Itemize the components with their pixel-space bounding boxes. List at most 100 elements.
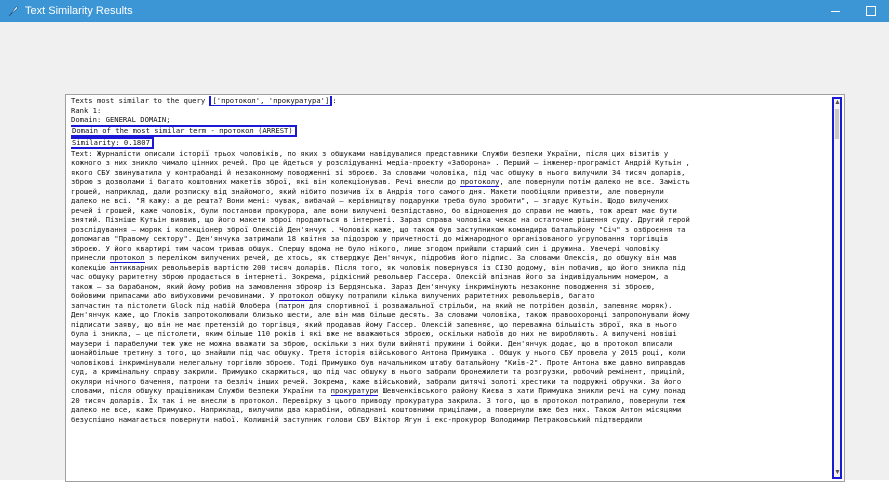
article-line: шонайбільше третину з того, що знайшли п…: [71, 348, 834, 358]
keyword-highlight: протокол: [239, 395, 275, 405]
article-text-segment: далеко не всі. "Я кажу: а де решта? Вони…: [71, 196, 669, 205]
article-line: далеко не всі. "Я кажу: а де решта? Вони…: [71, 196, 834, 206]
similarity-value: Similarity: 0.1807: [71, 136, 154, 149]
article-text-segment: чоловікові інкримінували нелегальну торг…: [71, 357, 686, 367]
article-text-segment: допомагав "Правому сектору". Ден'янчука …: [71, 234, 669, 243]
article-line: час обшуку раритетну зброю продається в …: [71, 272, 834, 282]
article-line: безуспішно намагається повернути набої. …: [71, 415, 834, 425]
similarity-line: Similarity: 0.1807: [71, 136, 834, 149]
article-text-segment: вписали: [637, 338, 673, 348]
article-line: маузери і парабелуми теж уже не можна вв…: [71, 338, 834, 348]
rank-line: Rank 1:: [71, 105, 102, 115]
article-line: кожного з них зникло чимало цінних речей…: [71, 158, 834, 168]
query-line: Texts most similar to the query ['проток…: [71, 96, 834, 106]
keyword-highlight: протокол: [109, 253, 145, 263]
article-line: окуляри нічного бачення, патрони та безл…: [71, 377, 834, 387]
article-text-segment: безуспішно намагається повернути набої. …: [71, 414, 643, 424]
article-text-segment: зброю з дозволами і багато коштовних мак…: [71, 177, 461, 186]
keyword-highlight: протоколу: [460, 177, 500, 187]
article-text-segment: . Перевірку з цього приводу: [274, 395, 396, 405]
article-line: допомагав "Правому сектору". Ден'янчука …: [71, 234, 834, 244]
query-suffix: :: [332, 96, 337, 105]
scroll-thumb[interactable]: [835, 109, 839, 139]
article-line: бойовими припасами або вибуховими речови…: [71, 291, 834, 301]
article-line: запчастин та пістолети Glock під набій Ф…: [71, 301, 834, 311]
article-text-segment: запчастин та пістолети Glock під набій Ф…: [71, 300, 673, 310]
article-text-segment: принесли: [71, 253, 110, 262]
article-line: зброю з дозволами і багато коштовних мак…: [71, 177, 834, 187]
article-line: Ден'янчук каже, що Глоків запротоколювал…: [71, 310, 834, 320]
article-line: якого СБУ звинуватила у контрабанді й не…: [71, 168, 834, 178]
article-line: підписати заяву, що він не має претензій…: [71, 320, 834, 330]
scroll-up-icon[interactable]: ▲: [834, 99, 841, 107]
similar-term-line: Domain of the most similar term - проток…: [71, 124, 834, 137]
article-text-segment: Шевченківського району Києва з хати Прим…: [378, 386, 686, 395]
feather-icon: [6, 4, 20, 18]
keyword-highlight: протокол: [603, 338, 638, 348]
window-title: Text Similarity Results: [25, 5, 133, 17]
article-text-segment: далеко не все, каже Примушко. Наприклад,…: [71, 405, 682, 414]
article-text-segment: маузери і парабелуми теж уже не можна вв…: [71, 338, 604, 348]
domain-line: Domain: GENERAL DOMAIN;: [71, 115, 171, 124]
article-line: далеко не все, каже Примушко. Наприклад,…: [71, 405, 834, 415]
keyword-highlight: прокуратура: [395, 395, 444, 405]
article-line: розслідування – моряк і колекціонер збро…: [71, 225, 834, 235]
vertical-scrollbar[interactable]: ▲ ▼: [832, 97, 842, 479]
maximize-icon: [866, 6, 876, 16]
article-text-segment: кожного з них зникло чимало цінних речей…: [71, 158, 690, 167]
article-text-segment: закрила. З того, що в: [443, 395, 543, 405]
article-text-segment: з переліком вилучених речей, де хтось, я…: [144, 253, 677, 262]
article-line: чоловікові інкримінували нелегальну торг…: [71, 358, 834, 368]
article-text-segment: час обшуку раритетну зброю продається в …: [71, 272, 669, 281]
article-text-segment: шонайбільше третину з того, що знайшли п…: [71, 348, 686, 357]
article-text-segment: Ден'янчук каже, що Глоків запротоколювал…: [71, 310, 690, 319]
article-text-segment: підписати заяву, що він не має претензій…: [71, 319, 677, 329]
query-prefix: Texts most similar to the query: [71, 96, 210, 105]
scroll-down-icon[interactable]: ▼: [834, 469, 841, 477]
article-text-segment: розслідування – моряк і колекціонер збро…: [71, 224, 686, 234]
article-line: словами, після обшуку працівникам Служби…: [71, 386, 834, 396]
article-text-segment: зброєю. У його квартирі тим часом тривав…: [71, 243, 660, 253]
minimize-icon: [830, 10, 840, 12]
article-text-segment: , але повернули потім далеко не все. Зам…: [499, 177, 690, 186]
results-text: Texts most similar to the query ['проток…: [71, 96, 834, 424]
article-line: знятий. Пізніше Кутьін виявив, що його м…: [71, 215, 834, 225]
article-line: також – за барабаном, який йому робив на…: [71, 282, 834, 292]
article-text-segment: 20 тисяч доларів. Їх так і не внесли в: [71, 395, 240, 405]
article-text-segment: речей і грошей, каже чоловік, були поста…: [71, 205, 677, 215]
article-line: грошей, наприклад, дали розписку від зна…: [71, 187, 834, 197]
minimize-button[interactable]: [817, 0, 853, 22]
article-line: колекцію антикварних револьверів вартіст…: [71, 263, 834, 273]
article-text-segment: була і зникла, – це пістолети, яким біль…: [71, 329, 677, 338]
article-line: речей і грошей, каже чоловік, були поста…: [71, 206, 834, 216]
article-text-segment: словами, після обшуку працівникам Служби…: [71, 386, 331, 395]
title-bar: Text Similarity Results: [0, 0, 889, 22]
maximize-button[interactable]: [853, 0, 889, 22]
article-text-segment: грошей, наприклад, дали розписку від зна…: [71, 186, 664, 196]
similar-term-prefix: Domain of the most similar term -: [72, 125, 220, 135]
article-line: була і зникла, – це пістолети, яким біль…: [71, 329, 834, 339]
article-text-segment: також – за барабаном, який йому робив на…: [71, 281, 656, 291]
keyword-highlight: протокол: [542, 395, 578, 405]
keyword-highlight: протокол: [278, 291, 314, 301]
article-text-segment: якого СБУ звинуватила у контрабанді й не…: [71, 167, 686, 177]
keyword-highlight: прокуратури: [330, 386, 379, 396]
article-text-segment: бойовими припасами або вибуховими речови…: [71, 291, 279, 300]
article-text-segment: окуляри нічного бачення, патрони та безл…: [71, 376, 682, 386]
article-text: Text: Журналісти описали історії трьох ч…: [71, 149, 834, 425]
article-text-segment: потрапило, повернули теж: [577, 395, 686, 405]
article-text-segment: суд, а кримінальну справу закрили. Приму…: [71, 367, 686, 376]
article-text-segment: обшуку потрапили кілька вилучених рарите…: [313, 291, 595, 300]
similar-term-box: Domain of the most similar term - проток…: [71, 124, 297, 137]
similar-term: протокол (ARREST): [219, 125, 293, 137]
article-text-segment: колекцію антикварних револьверів вартіст…: [71, 262, 686, 272]
article-line: принесли протокол з переліком вилучених …: [71, 253, 834, 263]
article-line: зброєю. У його квартирі тим часом тривав…: [71, 244, 834, 254]
article-line: Text: Журналісти описали історії трьох ч…: [71, 149, 834, 159]
article-text-segment: Text: Журналісти описали історії трьох ч…: [71, 148, 669, 158]
query-terms: ['протокол', 'прокуратура']: [209, 96, 333, 106]
article-text-segment: знятий. Пізніше Кутьін виявив, що його м…: [71, 215, 690, 224]
article-line: суд, а кримінальну справу закрили. Приму…: [71, 367, 834, 377]
article-line: 20 тисяч доларів. Їх так і не внесли в п…: [71, 395, 834, 405]
results-text-area[interactable]: Texts most similar to the query ['проток…: [65, 94, 845, 482]
